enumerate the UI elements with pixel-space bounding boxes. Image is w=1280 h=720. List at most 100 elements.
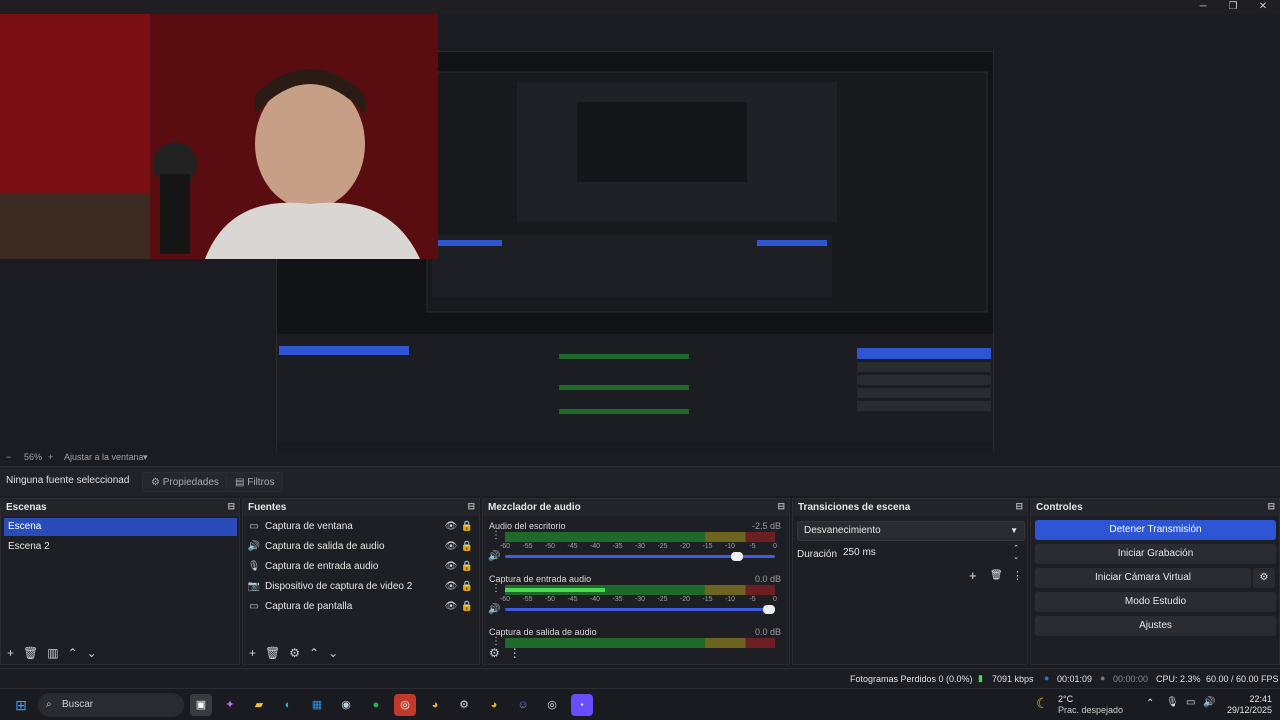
transition-menu-button[interactable]: ⋮ — [1012, 569, 1023, 582]
volume-meter — [505, 532, 775, 542]
mixer-menu-button[interactable]: ⋮ — [509, 646, 521, 660]
dock-popout-icon[interactable]: ⊟ — [467, 501, 475, 512]
scene-item[interactable]: Escena — [4, 518, 237, 536]
scale-tick: -20 — [679, 596, 691, 603]
move-down-button[interactable]: ⌄ — [328, 646, 338, 660]
minimize-button[interactable]: ─ — [1188, 0, 1218, 14]
preview-area[interactable] — [0, 14, 1280, 458]
eye-icon[interactable]: 👁 — [443, 578, 459, 596]
fit-to-window-label[interactable]: Ajustar a la ventana — [64, 452, 144, 462]
channel-menu-icon[interactable]: ⋮ — [491, 530, 501, 541]
source-settings-button[interactable]: ⚙ — [289, 646, 300, 660]
obs-app-icon[interactable]: ◎ — [394, 694, 416, 716]
eye-icon[interactable]: 👁 — [443, 538, 459, 556]
slider-knob[interactable] — [731, 552, 743, 561]
eye-icon[interactable]: 👁 — [443, 518, 459, 536]
obs-studio-icon[interactable]: ◎ — [541, 694, 563, 716]
filters-button[interactable]: ▤ Filtros — [226, 472, 284, 492]
advanced-audio-button[interactable]: ⚙ — [489, 646, 500, 660]
title-bar: ─ ❐ ✕ — [0, 0, 1280, 14]
duration-input[interactable]: 250 ms ⌃ ⌄ — [837, 544, 1025, 564]
zoom-dropdown-icon[interactable]: ▾ — [143, 452, 148, 463]
scale-tick: -15 — [702, 596, 713, 603]
add-transition-button[interactable]: + — [969, 568, 977, 583]
lock-icon[interactable]: 🔒 — [459, 558, 475, 576]
dock-popout-icon[interactable]: ⊟ — [1015, 501, 1023, 512]
scale-tick: -5 — [749, 543, 756, 550]
source-item[interactable]: ▭ Captura de ventana 👁 🔒 — [247, 518, 475, 536]
remove-source-button[interactable]: 🗑 — [265, 646, 280, 660]
slider-knob[interactable] — [763, 605, 775, 614]
scale-tick: 0 — [773, 596, 777, 603]
context-bar: Ninguna fuente seleccionad ⚙ Propiedades… — [0, 466, 1280, 496]
zoom-out-button[interactable]: − — [6, 452, 11, 462]
task-view-icon[interactable]: ▣ — [190, 694, 212, 716]
move-down-button[interactable]: ⌄ — [87, 646, 97, 660]
source-item[interactable]: ▭ Captura de pantalla 👁 🔒 — [247, 598, 475, 616]
settings-button[interactable]: Ajustes — [1035, 616, 1276, 636]
settings-gear-icon[interactable]: ⚙ — [453, 694, 475, 716]
clock-time[interactable]: 22:41 — [1220, 694, 1272, 704]
zoom-value: 56% — [24, 452, 43, 462]
discord-icon[interactable]: ☺ — [512, 694, 534, 716]
windows-start-icon[interactable]: ⊞ — [10, 694, 32, 716]
studio-mode-button[interactable]: Modo Estudio — [1035, 592, 1276, 612]
remove-transition-button[interactable]: 🗑 — [990, 570, 1003, 581]
transition-select[interactable]: Desvanecimiento ▼ — [797, 521, 1025, 541]
source-item[interactable]: 📷 Dispositivo de captura de video 2 👁 🔒 — [247, 578, 475, 596]
lock-icon[interactable]: 🔒 — [459, 518, 475, 536]
eye-icon[interactable]: 👁 — [443, 598, 459, 616]
controls-dock: Controles ⊟ Detener Transmisión Iniciar G… — [1030, 498, 1280, 665]
start-virtual-camera-button[interactable]: Iniciar Cámara Virtual — [1035, 568, 1251, 588]
channel-menu-icon[interactable]: ⋮ — [491, 583, 501, 594]
properties-button[interactable]: ⚙ Propiedades — [142, 472, 228, 492]
virtual-camera-settings-icon[interactable]: ⚙ — [1253, 568, 1275, 588]
taskbar-search[interactable]: ⌕ Buscar — [38, 693, 184, 717]
webcam-feed — [0, 14, 438, 259]
speaker-icon[interactable]: 🔊 — [488, 551, 500, 562]
meter-level — [505, 588, 605, 592]
source-item[interactable]: 🎙 Captura de entrada audio 👁 🔒 — [247, 558, 475, 576]
store-icon[interactable]: ▦ — [306, 694, 328, 716]
app-icon[interactable]: ▪ — [571, 694, 593, 716]
volume-slider[interactable] — [505, 552, 775, 561]
sources-toolbar: + 🗑 ⚙ ⌃ ⌄ — [243, 642, 479, 664]
dock-popout-icon[interactable]: ⊟ — [777, 501, 785, 512]
remove-scene-button[interactable]: 🗑 — [23, 646, 38, 660]
source-item[interactable]: 🔊 Captura de salida de audio 👁 🔒 — [247, 538, 475, 556]
move-up-button[interactable]: ⌃ — [68, 646, 78, 660]
scene-filters-button[interactable]: ▥ — [47, 646, 58, 660]
chrome-icon[interactable]: ◕ — [424, 694, 446, 716]
spotify-icon[interactable]: ● — [365, 694, 387, 716]
stop-stream-button[interactable]: Detener Transmisión — [1035, 520, 1276, 540]
no-source-label: Ninguna fuente seleccionad — [6, 475, 130, 486]
scene-item[interactable]: Escena 2 — [4, 538, 237, 556]
zoom-in-button[interactable]: + — [48, 452, 53, 462]
chrome-profile-icon[interactable]: ◕ — [483, 694, 505, 716]
start-recording-button[interactable]: Iniciar Grabación — [1035, 544, 1276, 564]
scale-tick: -60 — [499, 596, 511, 603]
lock-icon[interactable]: 🔒 — [459, 578, 475, 596]
clock-date[interactable]: 29/12/2025 — [1214, 705, 1272, 715]
maximize-button[interactable]: ❐ — [1218, 0, 1248, 14]
microphone-tray-icon[interactable]: 🎙 — [1166, 697, 1179, 708]
dock-popout-icon[interactable]: ⊟ — [1267, 501, 1275, 512]
steam-icon[interactable]: ◉ — [335, 694, 357, 716]
scale-tick: -50 — [544, 596, 556, 603]
dock-popout-icon[interactable]: ⊟ — [227, 501, 235, 512]
move-up-button[interactable]: ⌃ — [309, 646, 319, 660]
lock-icon[interactable]: 🔒 — [459, 598, 475, 616]
speaker-icon[interactable]: 🔊 — [488, 604, 500, 615]
add-scene-button[interactable]: + — [7, 646, 14, 660]
edge-icon[interactable]: ◐ — [277, 694, 299, 716]
file-explorer-icon[interactable]: ▰ — [248, 694, 270, 716]
eye-icon[interactable]: 👁 — [443, 558, 459, 576]
lock-icon[interactable]: 🔒 — [459, 538, 475, 556]
add-source-button[interactable]: + — [249, 646, 256, 660]
scale-tick: -50 — [544, 543, 556, 550]
display-tray-icon[interactable]: ▭ — [1186, 697, 1195, 708]
close-button[interactable]: ✕ — [1248, 0, 1278, 14]
copilot-icon[interactable]: ✦ — [219, 694, 241, 716]
chevron-up-icon[interactable]: ⌃ — [1146, 698, 1154, 709]
volume-slider[interactable] — [505, 605, 775, 614]
